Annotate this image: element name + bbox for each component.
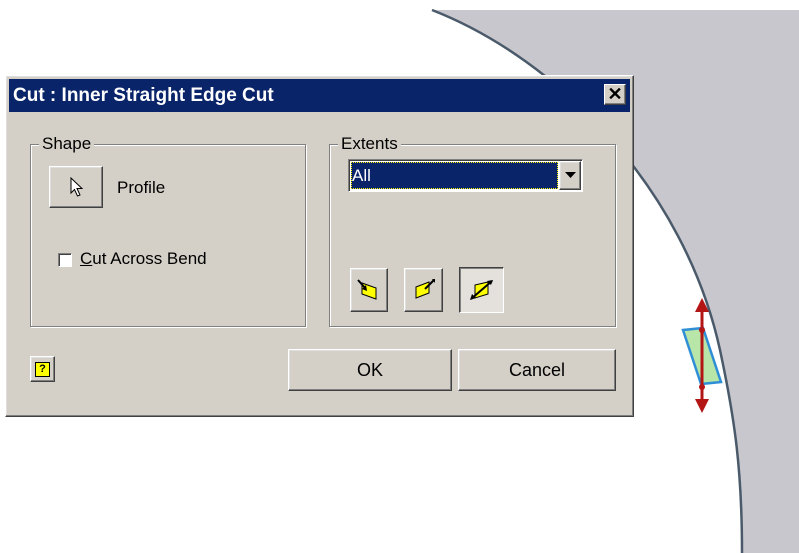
cut-across-bend-checkbox[interactable]	[58, 253, 72, 267]
direction-1-button[interactable]	[350, 268, 388, 312]
profile-select-button[interactable]	[49, 166, 103, 208]
extents-selected-value: All	[351, 162, 558, 189]
ok-button-label: OK	[356, 359, 383, 380]
close-icon: ✕	[607, 84, 623, 104]
help-icon: ?	[35, 361, 50, 377]
dialog-title: Cut : Inner Straight Edge Cut	[13, 85, 274, 106]
help-button[interactable]: ?	[30, 356, 55, 382]
extents-dropdown[interactable]: All	[348, 159, 583, 192]
extents-group-label: Extents	[338, 134, 401, 154]
title-bar[interactable]: Cut : Inner Straight Edge Cut ✕	[9, 79, 630, 112]
cut-across-bend-label[interactable]: Cut Across Bend	[80, 249, 207, 269]
cut-dialog: Cut : Inner Straight Edge Cut ✕ Shape Pr…	[5, 75, 634, 417]
cursor-icon	[70, 177, 83, 197]
shape-group: Shape Profile Cut Across Bend	[30, 134, 306, 327]
dropdown-arrow-button[interactable]	[559, 161, 581, 190]
direction-icon	[415, 279, 435, 299]
direction-icon	[469, 280, 493, 300]
profile-label: Profile	[117, 178, 166, 197]
direction-both-button[interactable]	[459, 267, 504, 313]
dropdown-arrow-icon	[564, 172, 576, 178]
shape-group-label: Shape	[39, 134, 95, 154]
direction-2-button[interactable]	[404, 268, 443, 312]
close-button[interactable]: ✕	[604, 84, 626, 105]
direction-icon	[357, 279, 377, 300]
extents-group: Extents All	[329, 134, 616, 327]
ok-button[interactable]: OK	[288, 349, 452, 391]
cancel-button-label: Cancel	[508, 359, 566, 380]
cancel-button[interactable]: Cancel	[458, 349, 616, 391]
